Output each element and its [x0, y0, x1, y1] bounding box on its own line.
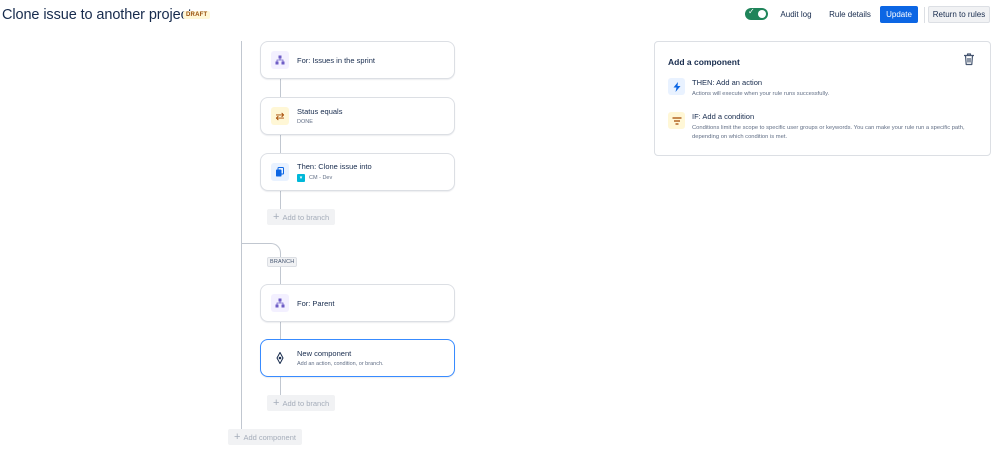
- return-to-rules-button[interactable]: Return to rules: [928, 6, 990, 23]
- flow-card-for-parent[interactable]: For: Parent: [260, 284, 455, 322]
- branch-label: BRANCH: [267, 257, 298, 267]
- branch-icon: [271, 51, 289, 69]
- add-component-button[interactable]: + Add component: [228, 429, 302, 445]
- add-component-panel: Add a component THEN: Add an action Acti…: [654, 41, 991, 156]
- card-subtitle: DONE: [297, 119, 313, 125]
- rule-enabled-toggle[interactable]: ✓: [745, 7, 768, 20]
- page-title: Clone issue to another project: [2, 7, 192, 23]
- project-icon: ▾: [297, 174, 305, 182]
- flow-card-clone-issue[interactable]: Then: Clone issue into ▾ CM - Dev: [260, 153, 455, 191]
- flow-card-new-component[interactable]: New component Add an action, condition, …: [260, 339, 455, 377]
- flow-card-status-equals[interactable]: ⇄ Status equals DONE: [260, 97, 455, 135]
- plus-icon: +: [234, 431, 241, 443]
- shuffle-icon: ⇄: [271, 107, 289, 125]
- rule-details-button[interactable]: Rule details: [826, 6, 874, 23]
- filter-icon: [668, 112, 685, 129]
- add-to-branch-label: Add to branch: [282, 398, 330, 408]
- lightning-icon: [668, 78, 685, 95]
- plus-icon: +: [273, 397, 280, 409]
- option-description: Actions will execute when your rule runs…: [692, 91, 830, 97]
- card-title: For: Parent: [297, 298, 335, 308]
- trash-icon[interactable]: [962, 52, 976, 66]
- copy-icon: [271, 163, 289, 181]
- flow-card-for-issues[interactable]: For: Issues in the sprint: [260, 41, 455, 79]
- add-to-branch-label: Add to branch: [282, 212, 330, 222]
- branch-icon: [271, 294, 289, 312]
- main-flow-line: [241, 41, 242, 429]
- option-add-action[interactable]: THEN: Add an action Actions will execute…: [668, 78, 972, 99]
- card-title: New component: [297, 349, 352, 358]
- option-title: THEN: Add an action: [692, 78, 763, 87]
- toggle-knob: [758, 10, 766, 18]
- update-button[interactable]: Update: [880, 6, 918, 23]
- status-badge: DRAFT: [183, 11, 211, 19]
- branch-connector: [241, 243, 281, 257]
- check-icon: ✓: [748, 7, 755, 16]
- header-divider: [924, 7, 925, 23]
- add-component-label: Add component: [243, 432, 296, 442]
- audit-log-button[interactable]: Audit log: [776, 6, 816, 23]
- card-title: Then: Clone issue into: [297, 162, 372, 171]
- add-to-branch-button[interactable]: + Add to branch: [267, 209, 336, 225]
- diamond-icon: [271, 349, 289, 367]
- panel-title: Add a component: [668, 57, 740, 67]
- card-title: Status equals: [297, 107, 343, 116]
- plus-icon: +: [273, 211, 280, 223]
- option-add-condition[interactable]: IF: Add a condition Conditions limit the…: [668, 112, 972, 143]
- automation-rule-editor: Clone issue to another project DRAFT ✓ A…: [0, 0, 998, 469]
- card-title: For: Issues in the sprint: [297, 55, 375, 65]
- project-name: CM - Dev: [309, 175, 333, 181]
- card-subtitle: ▾ CM - Dev: [297, 174, 372, 182]
- add-to-branch-button[interactable]: + Add to branch: [267, 395, 336, 411]
- card-subtitle: Add an action, condition, or branch.: [297, 361, 384, 367]
- option-title: IF: Add a condition: [692, 112, 755, 121]
- option-description: Conditions limit the scope to specific u…: [692, 125, 965, 141]
